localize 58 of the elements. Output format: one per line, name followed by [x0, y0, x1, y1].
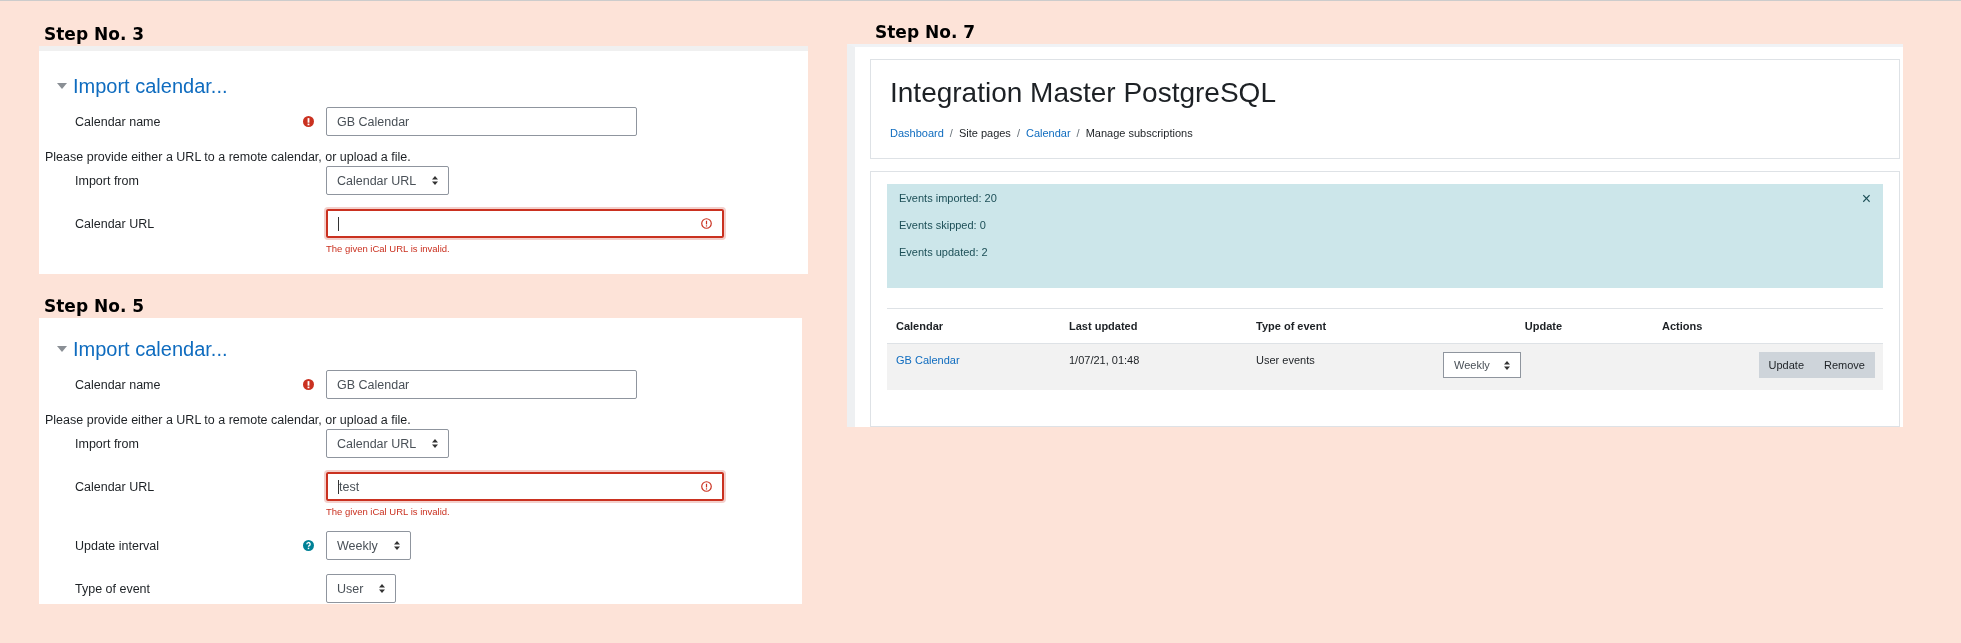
alert-text: Events updated: 2 [899, 246, 988, 258]
select-arrows-icon [1503, 360, 1510, 370]
column-header: Calendar [895, 320, 945, 332]
field-label: Calendar name [75, 377, 162, 392]
section-heading[interactable]: Import calendar... [73, 337, 228, 361]
text-field[interactable]: GB Calendar [326, 107, 637, 136]
calendar-link[interactable]: GB Calendar [887, 354, 1060, 366]
collapse-triangle-icon[interactable] [57, 83, 67, 89]
field-label: Type of event [75, 581, 152, 596]
dropdown[interactable]: Calendar URL [326, 429, 450, 458]
table-cell-text: 1/07/21, 01:48 [1068, 354, 1141, 366]
field-label: Calendar URL [75, 216, 156, 231]
action-button[interactable]: Update [1758, 352, 1815, 378]
select-arrows-icon [393, 541, 400, 550]
error-message: The given iCal URL is invalid. [326, 243, 451, 254]
column-header: Type of event [1255, 320, 1328, 332]
error-icon [701, 218, 712, 229]
error-icon [701, 481, 712, 492]
column-header: Update [1523, 320, 1564, 332]
section-heading[interactable]: Import calendar... [73, 74, 228, 98]
step-title: Step No. 3 [43, 23, 146, 46]
action-button[interactable]: Remove [1814, 352, 1875, 378]
text-field[interactable] [326, 209, 724, 238]
dropdown[interactable]: Calendar URL [326, 166, 450, 195]
text-field[interactable]: GB Calendar [326, 370, 637, 399]
help-icon[interactable] [303, 540, 314, 551]
field-label: Import from [75, 436, 140, 451]
text-field[interactable]: test [326, 472, 724, 501]
alert-text: Events skipped: 0 [899, 219, 986, 231]
breadcrumb-separator: / [1016, 127, 1020, 139]
dropdown[interactable]: Weekly [1443, 352, 1521, 378]
step-title: Step No. 7 [874, 21, 977, 44]
select-arrows-icon [432, 439, 439, 448]
breadcrumb-text: Manage subscriptions [1085, 127, 1193, 139]
column-header: Last updated [1068, 320, 1139, 332]
field-label: Calendar name [75, 114, 162, 129]
error-message: The given iCal URL is invalid. [326, 506, 451, 517]
close-button[interactable]: × [1861, 190, 1871, 208]
breadcrumb-text: Site pages [958, 127, 1011, 139]
instruction-text: Please provide either a URL to a remote calendar, or upload a file. [44, 413, 412, 427]
dropdown[interactable]: User [326, 574, 397, 603]
field-label: Import from [75, 173, 140, 188]
alert-text: Events imported: 20 [899, 192, 997, 204]
column-header: Actions [1661, 320, 1704, 332]
breadcrumb-separator: / [949, 127, 953, 139]
breadcrumb-link[interactable]: Calendar [1025, 127, 1071, 139]
table-cell-text: User events [1255, 354, 1316, 366]
select-arrows-icon [379, 584, 386, 593]
field-label: Calendar URL [75, 479, 156, 494]
breadcrumb-separator: / [1076, 127, 1080, 139]
field-label: Update interval [75, 538, 161, 553]
instruction-text: Please provide either a URL to a remote calendar, or upload a file. [44, 150, 412, 164]
select-arrows-icon [432, 176, 439, 185]
collapse-triangle-icon[interactable] [57, 346, 67, 352]
dropdown[interactable]: Weekly [326, 531, 411, 560]
breadcrumb-link[interactable]: Dashboard [890, 127, 944, 139]
page-title: Integration Master PostgreSQL [890, 77, 1277, 109]
step-title: Step No. 5 [43, 295, 146, 318]
